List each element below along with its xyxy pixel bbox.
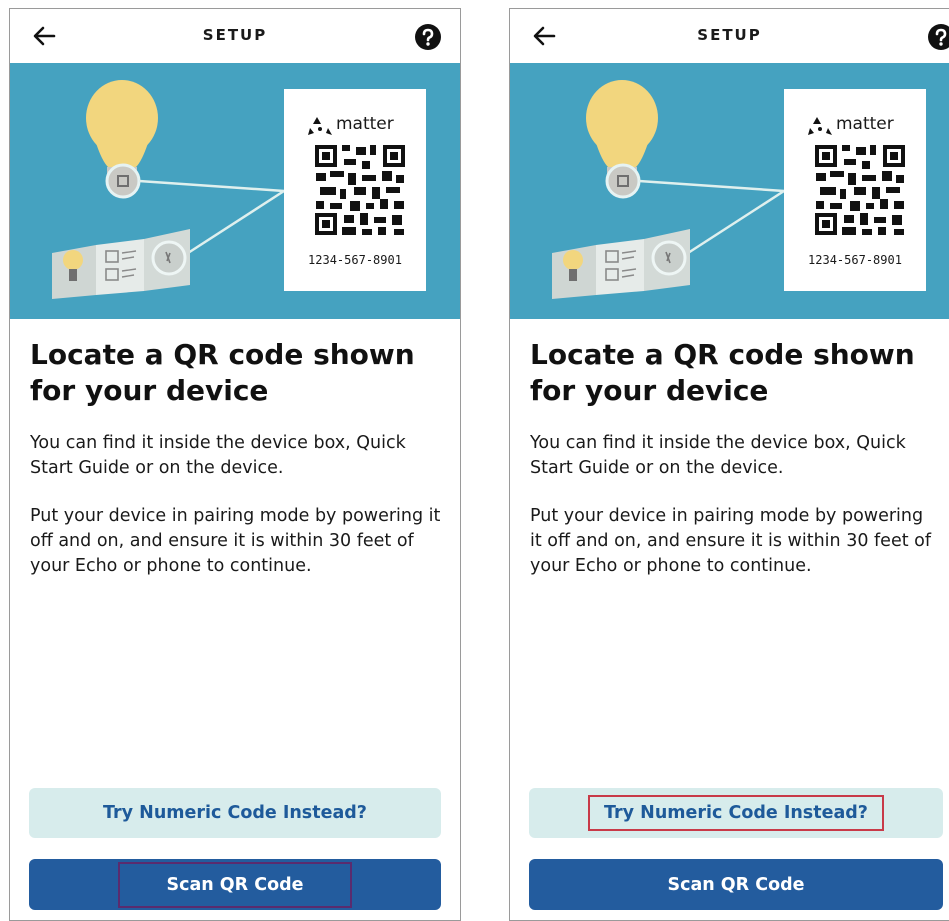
hero-illustration: matter 1234-567-8901 [10,63,460,319]
qr-sticker-icon [105,163,141,199]
quick-start-guide-icon [52,229,190,299]
try-numeric-code-label: Try Numeric Code Instead? [588,795,884,831]
scan-qr-code-button[interactable]: Scan QR Code [529,859,943,910]
headline: Locate a QR code shown for your device [530,338,915,407]
qr-code-icon [815,145,905,235]
quick-start-guide-icon [552,229,690,299]
try-numeric-code-label: Try Numeric Code Instead? [103,803,367,823]
hero-svg: matter 1234-567-8901 [552,80,926,299]
setup-screen-left: SETUP matter 1234-567-8901 Locate a QR c… [9,8,461,921]
brand-name: matter [336,114,394,134]
scan-qr-code-button[interactable]: Scan QR Code [29,859,441,910]
try-numeric-code-button[interactable]: Try Numeric Code Instead? [529,788,943,838]
matter-qr-card: matter 1234-567-8901 [284,89,426,291]
hero-illustration: matter 1234-567-8901 [510,63,949,319]
headline: Locate a QR code shown for your device [30,338,415,407]
instruction-text-2: Put your device in pairing mode by power… [30,506,441,576]
question-circle-icon[interactable] [927,23,949,51]
instruction-text-1: You can find it inside the device box, Q… [30,433,406,478]
matter-qr-card: matter 1234-567-8901 [784,89,926,291]
scan-qr-code-label: Scan QR Code [667,874,805,895]
top-bar: SETUP [510,9,949,63]
qr-sticker-icon [605,163,641,199]
instruction-text-2: Put your device in pairing mode by power… [530,506,932,576]
qr-code-icon [315,145,405,235]
top-bar: SETUP [10,9,460,63]
instruction-text-1: You can find it inside the device box, Q… [530,433,906,478]
page-title: SETUP [202,26,268,44]
brand-name: matter [836,114,894,134]
scan-qr-code-label: Scan QR Code [118,861,352,908]
try-numeric-code-button[interactable]: Try Numeric Code Instead? [29,788,441,838]
setup-screen-right: SETUP matter 1234-567-8901 Locate a QR c… [509,8,949,921]
question-circle-icon[interactable] [414,23,442,51]
pairing-code-label: 1234-567-8901 [308,253,402,267]
pairing-code-label: 1234-567-8901 [808,253,902,267]
hero-svg: matter 1234-567-8901 [52,80,426,299]
page-title: SETUP [697,26,762,44]
